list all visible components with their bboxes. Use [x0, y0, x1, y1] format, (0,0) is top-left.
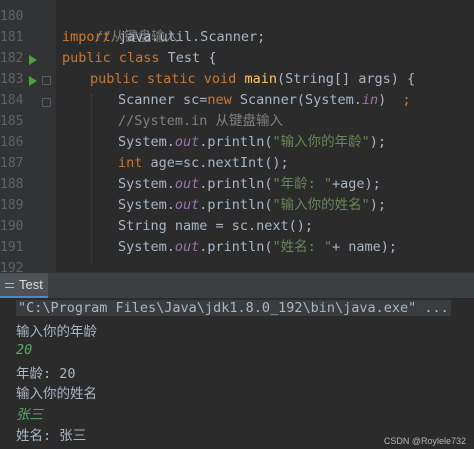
- tab-label: Test: [19, 277, 43, 292]
- fold-icon[interactable]: [42, 76, 51, 85]
- console-command-line[interactable]: "C:\Program Files\Java\jdk1.8.0_192\bin\…: [16, 300, 451, 316]
- line-number: 182: [0, 51, 24, 66]
- line-number: 188: [0, 177, 24, 192]
- console-output-line: 姓名: 张三: [16, 428, 87, 444]
- line-number: 186: [0, 135, 24, 150]
- run-tab-icon: [5, 283, 14, 289]
- console-user-input: 张三: [16, 407, 43, 423]
- code-line-190: String name = sc.next();: [118, 218, 314, 234]
- line-number: 192: [0, 261, 24, 272]
- console-output-line: 输入你的姓名: [16, 386, 97, 402]
- code-line-182: public class Test {: [62, 50, 217, 66]
- line-number-gutter: 180 181 182 183 184 185 186 187 188 189 …: [0, 0, 56, 272]
- code-line-191: System.out.println("姓名: "+ name);: [118, 239, 397, 255]
- code-line-188: System.out.println("年龄: "+age);: [118, 176, 381, 192]
- watermark: CSDN @Roylele732: [383, 436, 466, 446]
- code-editor[interactable]: 180 181 182 183 184 185 186 187 188 189 …: [0, 0, 474, 272]
- line-number: 191: [0, 240, 24, 255]
- line-number: 181: [0, 30, 24, 45]
- run-tool-window-header: Test: [0, 272, 474, 299]
- code-line-184: Scanner sc=new Scanner(System.in) ;: [118, 92, 411, 108]
- code-line-186: System.out.println("输入你的年龄");: [118, 134, 386, 150]
- console-output-line: 输入你的年龄: [16, 324, 97, 340]
- code-line-183: public static void main(String[] args) {: [90, 71, 416, 87]
- line-number: 190: [0, 219, 24, 234]
- code-line-187: int age=sc.nextInt();: [118, 155, 289, 171]
- tab-run-test[interactable]: Test: [0, 273, 48, 298]
- line-number: 183: [0, 72, 24, 87]
- code-line-189: System.out.println("输入你的姓名");: [118, 197, 386, 213]
- line-number: 189: [0, 198, 24, 213]
- indent-guide: [91, 94, 92, 264]
- run-main-icon[interactable]: [29, 76, 37, 86]
- code-line-181: import java.util.Scanner;: [62, 29, 266, 45]
- line-number: 185: [0, 114, 24, 129]
- code-line-185: //System.in 从键盘输入: [118, 113, 284, 129]
- run-console[interactable]: "C:\Program Files\Java\jdk1.8.0_192\bin\…: [0, 298, 474, 449]
- line-number: 180: [0, 9, 24, 24]
- line-number: 184: [0, 93, 24, 108]
- console-output-line: 年龄: 20: [16, 366, 76, 382]
- fold-icon[interactable]: [42, 98, 51, 107]
- line-number: 187: [0, 156, 24, 171]
- run-class-icon[interactable]: [29, 55, 37, 65]
- console-user-input: 20: [16, 342, 33, 358]
